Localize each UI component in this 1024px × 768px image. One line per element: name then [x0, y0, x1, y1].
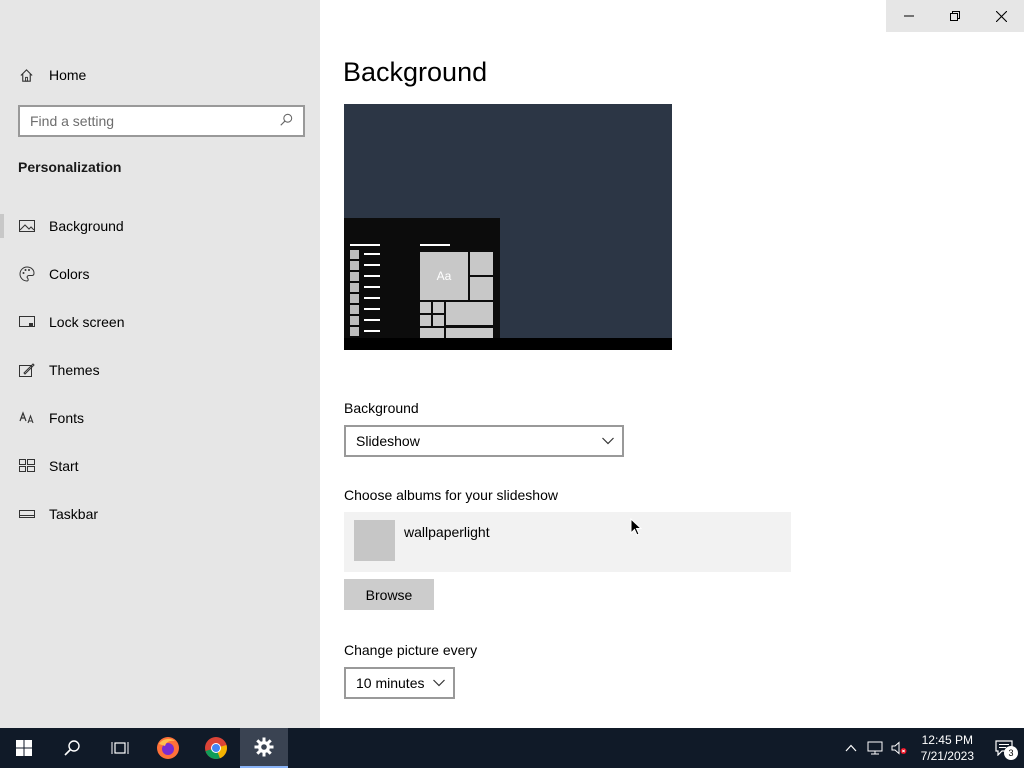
search-box[interactable]: [18, 105, 305, 137]
window-controls: [886, 0, 1024, 32]
minimize-icon: [904, 15, 914, 17]
notification-count-badge: 3: [1004, 746, 1018, 760]
network-icon: [867, 741, 883, 755]
chrome-button[interactable]: [192, 728, 240, 768]
sidebar-item-lock-screen[interactable]: Lock screen: [0, 298, 320, 346]
preview-tile-text: Aa: [436, 269, 452, 283]
home-icon: [18, 67, 34, 83]
sidebar-item-label: Lock screen: [49, 314, 125, 330]
album-name: wallpaperlight: [404, 524, 490, 540]
section-title: Personalization: [18, 159, 122, 175]
album-item[interactable]: wallpaperlight: [344, 512, 791, 572]
picture-icon: [18, 218, 35, 235]
page-title: Background: [343, 57, 488, 87]
sidebar-item-label: Colors: [49, 266, 90, 282]
chevron-down-icon: [602, 437, 614, 445]
restore-button[interactable]: [932, 0, 978, 32]
chevron-up-icon: [845, 744, 857, 752]
search-icon[interactable]: [279, 113, 295, 129]
task-view-icon: [111, 742, 129, 754]
sidebar-item-label: Taskbar: [49, 506, 99, 522]
volume-muted-icon: [891, 741, 907, 755]
change-picture-value: 10 minutes: [356, 675, 425, 691]
sidebar-item-start[interactable]: Start: [0, 442, 320, 490]
close-button[interactable]: [978, 0, 1024, 32]
search-icon: [64, 740, 80, 756]
sidebar-item-label: Fonts: [49, 410, 85, 426]
firefox-icon: [157, 737, 179, 759]
mouse-cursor-icon: [630, 518, 642, 536]
change-picture-dropdown[interactable]: 10 minutes: [344, 667, 455, 699]
start-button[interactable]: [0, 728, 48, 768]
fonts-icon: [18, 410, 35, 427]
restore-icon: [950, 11, 960, 21]
album-thumbnail: [354, 520, 395, 561]
sidebar-item-background[interactable]: Background: [0, 202, 320, 250]
preview-taskbar: [344, 338, 672, 350]
sidebar-item-colors[interactable]: Colors: [0, 250, 320, 298]
home-link[interactable]: Home: [18, 64, 86, 86]
brush-icon: [18, 362, 35, 379]
search-input[interactable]: [30, 113, 279, 129]
system-tray: 12:45 PM 7/21/2023 3: [839, 728, 1024, 768]
settings-button[interactable]: [240, 728, 288, 768]
clock-date: 7/21/2023: [920, 749, 974, 763]
show-hidden-icons-button[interactable]: [839, 728, 863, 768]
settings-icon: [254, 737, 274, 757]
browse-button[interactable]: Browse: [344, 579, 434, 610]
clock[interactable]: 12:45 PM 7/21/2023: [911, 732, 984, 764]
minimize-button[interactable]: [886, 0, 932, 32]
start-tiles-icon: [18, 458, 35, 475]
clock-time: 12:45 PM: [921, 733, 973, 747]
sidebar: Home Personalization Background Colors L…: [0, 0, 320, 728]
task-view-button[interactable]: [96, 728, 144, 768]
palette-icon: [18, 266, 35, 283]
sidebar-nav: Background Colors Lock screen Themes Fon…: [0, 202, 320, 538]
sidebar-item-label: Background: [49, 218, 124, 234]
desktop-preview: Aa: [344, 104, 672, 350]
background-label: Background: [344, 400, 419, 416]
background-dropdown[interactable]: Slideshow: [344, 425, 624, 457]
taskbar-icon: [18, 506, 35, 523]
taskbar-search-button[interactable]: [48, 728, 96, 768]
albums-label: Choose albums for your slideshow: [344, 487, 558, 503]
sidebar-item-label: Start: [49, 458, 79, 474]
action-center-button[interactable]: 3: [984, 728, 1024, 768]
preview-start-menu: Aa: [344, 218, 500, 338]
taskbar: 12:45 PM 7/21/2023 3: [0, 728, 1024, 768]
sidebar-item-label: Themes: [49, 362, 100, 378]
chevron-down-icon: [433, 679, 445, 687]
lock-screen-icon: [18, 314, 35, 331]
network-button[interactable]: [863, 728, 887, 768]
firefox-button[interactable]: [144, 728, 192, 768]
home-label: Home: [49, 67, 87, 83]
sidebar-item-themes[interactable]: Themes: [0, 346, 320, 394]
sidebar-item-fonts[interactable]: Fonts: [0, 394, 320, 442]
background-dropdown-value: Slideshow: [356, 433, 420, 449]
volume-button[interactable]: [887, 728, 911, 768]
windows-start-icon: [16, 740, 32, 756]
close-icon: [995, 10, 1007, 22]
sidebar-item-taskbar[interactable]: Taskbar: [0, 490, 320, 538]
change-picture-label: Change picture every: [344, 642, 478, 658]
chrome-icon: [205, 737, 227, 760]
